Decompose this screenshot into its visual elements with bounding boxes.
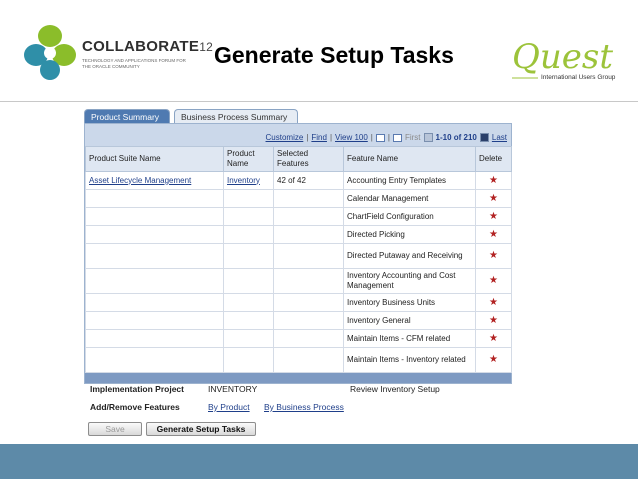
grid-navigation-bar: Customize | Find | View 100 | | First 1-… [85, 124, 511, 146]
delete-star-icon[interactable]: ★ [475, 347, 512, 373]
collaborate-wordmark: COLLABORATE12 [82, 38, 214, 55]
collaborate-tagline: TECHNOLOGY AND APPLICATIONS FORUM FOR TH… [82, 58, 186, 69]
svg-text:Quest: Quest [512, 37, 613, 77]
product-suite-link[interactable]: Asset Lifecycle Management [85, 171, 224, 190]
delete-star-icon[interactable]: ★ [475, 243, 512, 269]
delete-star-icon[interactable]: ★ [475, 171, 512, 190]
table-row: Maintain Items - CFM related ★ [85, 329, 512, 348]
customize-link[interactable]: Customize [266, 133, 304, 142]
delete-star-icon[interactable]: ★ [475, 225, 512, 244]
by-business-process-link[interactable]: By Business Process [264, 402, 344, 412]
delete-star-icon[interactable]: ★ [475, 189, 512, 208]
feature-name: Directed Picking [343, 225, 476, 244]
feature-name: Accounting Entry Templates [343, 171, 476, 190]
feature-name: Inventory General [343, 311, 476, 330]
delete-star-icon[interactable]: ★ [475, 268, 512, 294]
table-row: Inventory Business Units ★ [85, 293, 512, 312]
delete-star-icon[interactable]: ★ [475, 293, 512, 312]
implementation-project-label: Implementation Project [90, 384, 184, 394]
table-row: Inventory General ★ [85, 311, 512, 330]
table-row: Calendar Management ★ [85, 189, 512, 208]
feature-grid: Customize | Find | View 100 | | First 1-… [84, 123, 512, 384]
delete-star-icon[interactable]: ★ [475, 329, 512, 348]
collaborate-logo-icon [24, 25, 76, 80]
page-title: Generate Setup Tasks [214, 42, 454, 68]
find-link[interactable]: Find [311, 133, 327, 142]
previous-arrow-icon[interactable] [423, 133, 433, 142]
feature-name: Inventory Accounting and Cost Management [343, 268, 476, 294]
header-divider [0, 101, 638, 102]
feature-table: Product Suite Name Product Name Selected… [85, 146, 512, 373]
selected-features-count: 42 of 42 [273, 171, 344, 190]
implementation-project-value: INVENTORY [208, 384, 258, 394]
delete-star-icon[interactable]: ★ [475, 207, 512, 226]
table-row: Maintain Items - Inventory related ★ [85, 347, 512, 373]
grid-footer-bar [85, 373, 511, 383]
generate-setup-tasks-button[interactable]: Generate Setup Tasks [146, 422, 256, 436]
header-delete: Delete [475, 146, 512, 172]
add-remove-features-label: Add/Remove Features [90, 402, 180, 412]
feature-name: Maintain Items - CFM related [343, 329, 476, 348]
row-range: 1-10 of 210 [435, 133, 477, 142]
feature-name: Inventory Business Units [343, 293, 476, 312]
grid-nav-links: Customize | Find | View 100 | | First 1-… [265, 133, 507, 142]
save-button[interactable]: Save [88, 422, 142, 436]
feature-name: Calendar Management [343, 189, 476, 208]
tab-product-summary[interactable]: Product Summary [84, 109, 170, 123]
slide-footer-bar [0, 444, 638, 479]
by-product-link[interactable]: By Product [208, 402, 250, 412]
quest-tagline: International Users Group [541, 74, 616, 81]
tab-business-process-summary[interactable]: Business Process Summary [174, 109, 298, 123]
grid-view-icon[interactable] [392, 133, 402, 142]
header-product-suite-name: Product Suite Name [85, 146, 224, 172]
download-icon[interactable] [375, 133, 385, 142]
table-row: Directed Picking ★ [85, 225, 512, 244]
next-arrow-icon[interactable] [479, 133, 489, 142]
first-link[interactable]: First [405, 133, 421, 142]
table-header-row: Product Suite Name Product Name Selected… [85, 146, 512, 172]
table-row: Asset Lifecycle Management Inventory 42 … [85, 171, 512, 190]
feature-name: Maintain Items - Inventory related [343, 347, 476, 373]
view-100-link[interactable]: View 100 [335, 133, 368, 142]
header-product-name: Product Name [223, 146, 274, 172]
feature-name: Directed Putaway and Receiving [343, 243, 476, 269]
header-feature-name: Feature Name [343, 146, 476, 172]
last-link[interactable]: Last [492, 133, 507, 142]
header-selected-features: Selected Features [273, 146, 344, 172]
delete-star-icon[interactable]: ★ [475, 311, 512, 330]
feature-name: ChartField Configuration [343, 207, 476, 226]
table-row: Inventory Accounting and Cost Management… [85, 268, 512, 294]
product-name-link[interactable]: Inventory [223, 171, 274, 190]
review-inventory-setup-label: Review Inventory Setup [350, 384, 440, 394]
table-row: ChartField Configuration ★ [85, 207, 512, 226]
slide-header: COLLABORATE12 TECHNOLOGY AND APPLICATION… [0, 0, 638, 100]
table-row: Directed Putaway and Receiving ★ [85, 243, 512, 269]
